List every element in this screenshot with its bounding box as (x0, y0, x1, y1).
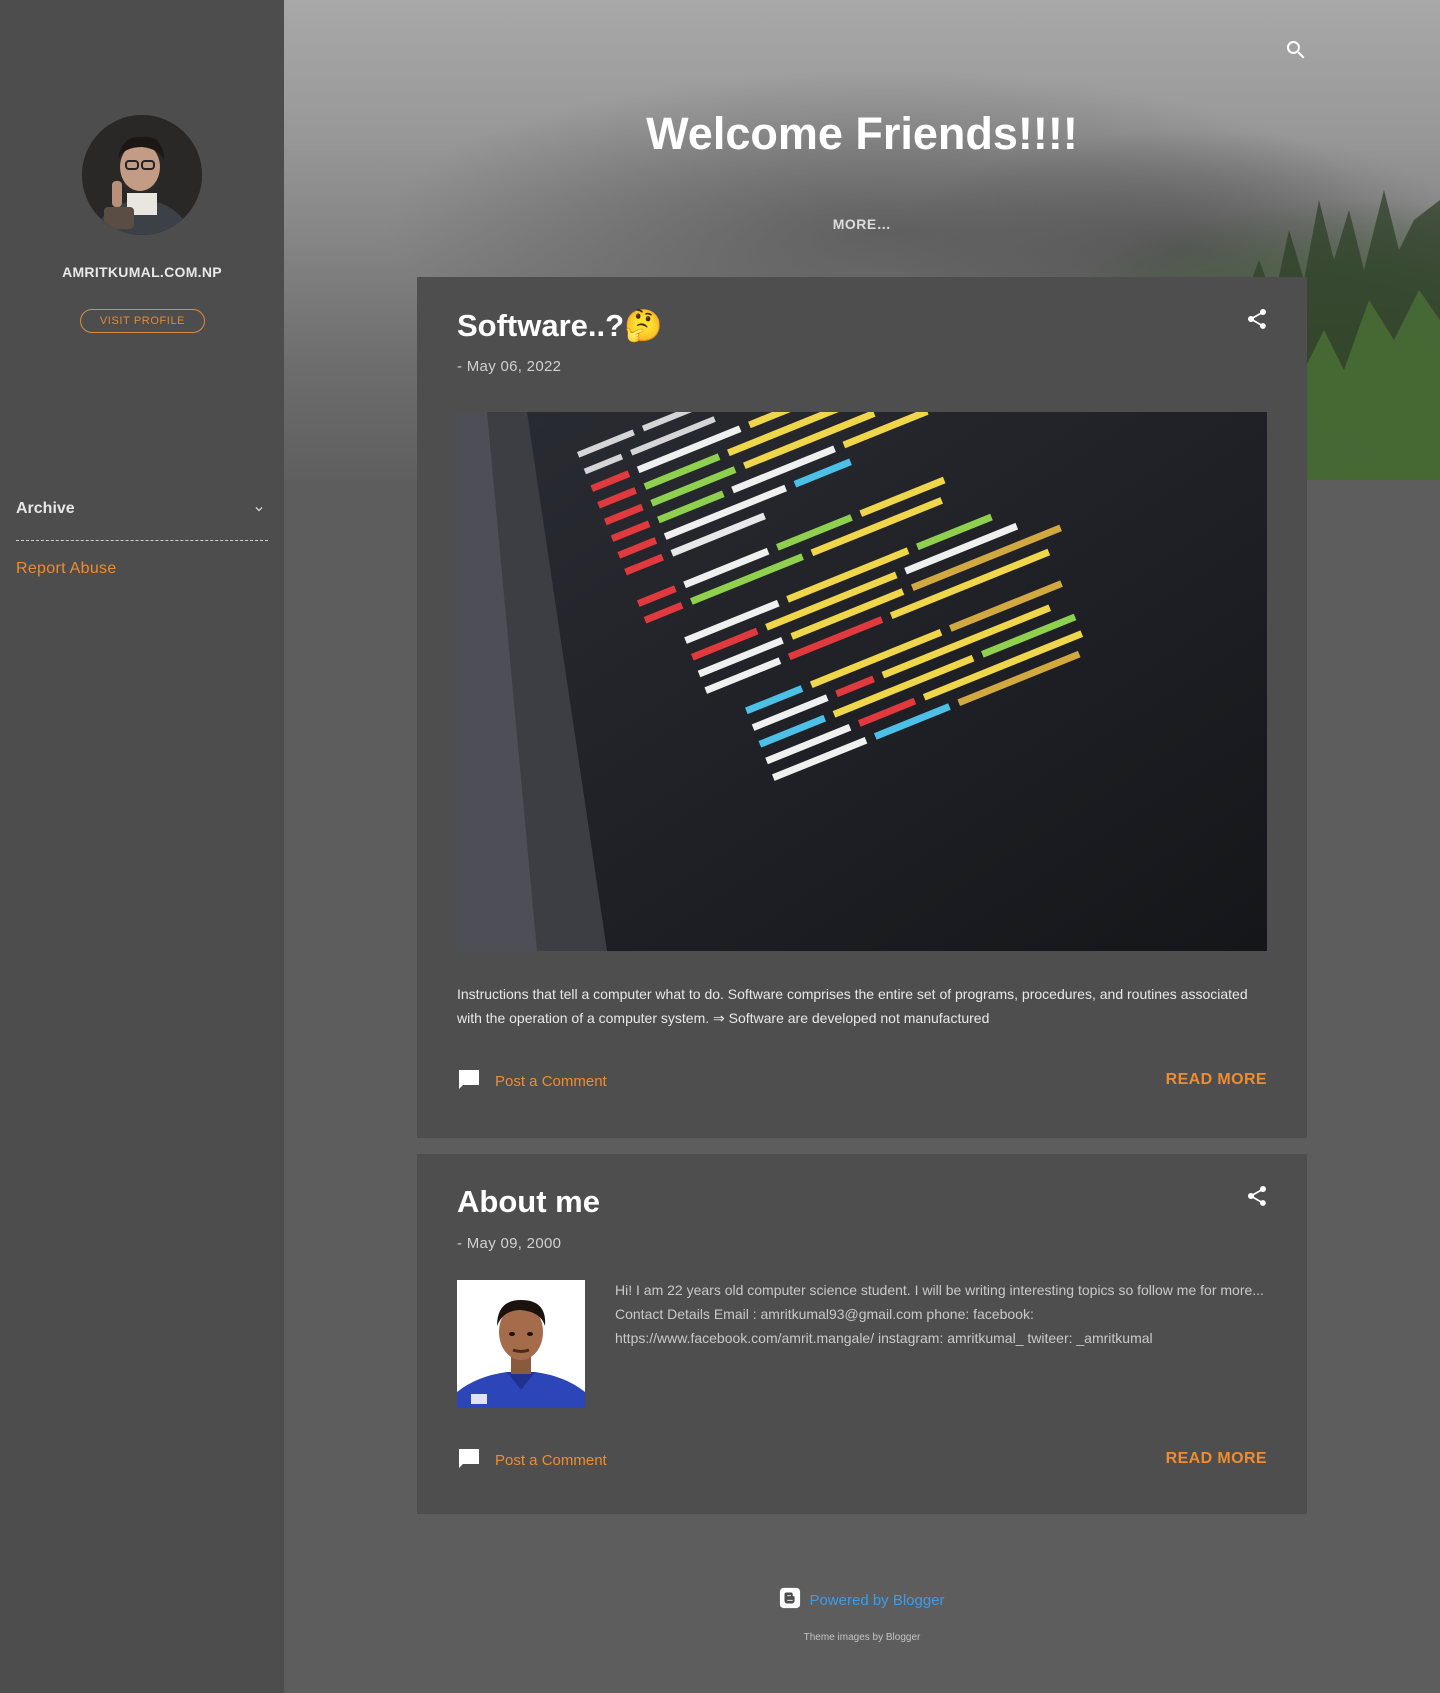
blog-title[interactable]: Welcome Friends!!!! (284, 108, 1440, 160)
read-more-button[interactable]: READ MORE (1166, 1071, 1267, 1089)
visit-profile-button[interactable]: VISIT PROFILE (80, 309, 205, 333)
report-abuse-link[interactable]: Report Abuse (16, 560, 117, 578)
comment-icon (457, 1446, 481, 1474)
post-snippet: Hi! I am 22 years old computer science s… (615, 1282, 1264, 1346)
post-date[interactable]: - May 06, 2022 (457, 358, 561, 375)
profile-avatar[interactable] (82, 115, 202, 235)
post-comment-link[interactable]: Post a Comment (457, 1067, 607, 1095)
post-snippet: Instructions that tell a computer what t… (457, 986, 1248, 1026)
powered-by-label: Powered by Blogger (809, 1591, 945, 1609)
theme-credit: Theme images by Blogger (803, 1632, 921, 1643)
archive-toggle[interactable]: Archive (16, 495, 268, 541)
post-title[interactable]: Software..?🤔 (457, 307, 663, 344)
post-footer: Post a Comment READ MORE (457, 1067, 1267, 1097)
post-comment-label: Post a Comment (495, 1451, 607, 1469)
blogger-icon (779, 1587, 801, 1613)
post-card: Software..?🤔 - May 06, 2022 Instructions… (417, 277, 1307, 1138)
post-card: About me - May 09, 2000 Hi! I am 22 year… (417, 1154, 1307, 1514)
sidebar: AMRITKUMAL.COM.NP VISIT PROFILE Archive … (0, 0, 284, 1693)
archive-label: Archive (16, 500, 75, 517)
post-thumbnail[interactable] (457, 1280, 585, 1408)
profile-photo (82, 115, 202, 235)
post-date[interactable]: - May 09, 2000 (457, 1235, 561, 1252)
read-more-button[interactable]: READ MORE (1166, 1450, 1267, 1468)
comment-icon (457, 1067, 481, 1095)
post-title[interactable]: About me (457, 1184, 600, 1220)
more-button[interactable]: MORE… (284, 216, 1440, 232)
share-icon[interactable] (1245, 307, 1269, 335)
share-icon[interactable] (1245, 1184, 1269, 1212)
search-icon[interactable] (1284, 38, 1308, 66)
code-screen-image (457, 412, 1267, 951)
post-featured-image[interactable] (457, 412, 1267, 951)
powered-by-blogger-link[interactable]: Powered by Blogger (284, 1587, 1440, 1613)
post-comment-label: Post a Comment (495, 1072, 607, 1090)
post-footer: Post a Comment READ MORE (457, 1446, 1267, 1476)
portrait-photo (457, 1280, 585, 1408)
chevron-down-icon (252, 501, 266, 520)
blog-name[interactable]: AMRITKUMAL.COM.NP (0, 264, 284, 280)
post-comment-link[interactable]: Post a Comment (457, 1446, 607, 1474)
